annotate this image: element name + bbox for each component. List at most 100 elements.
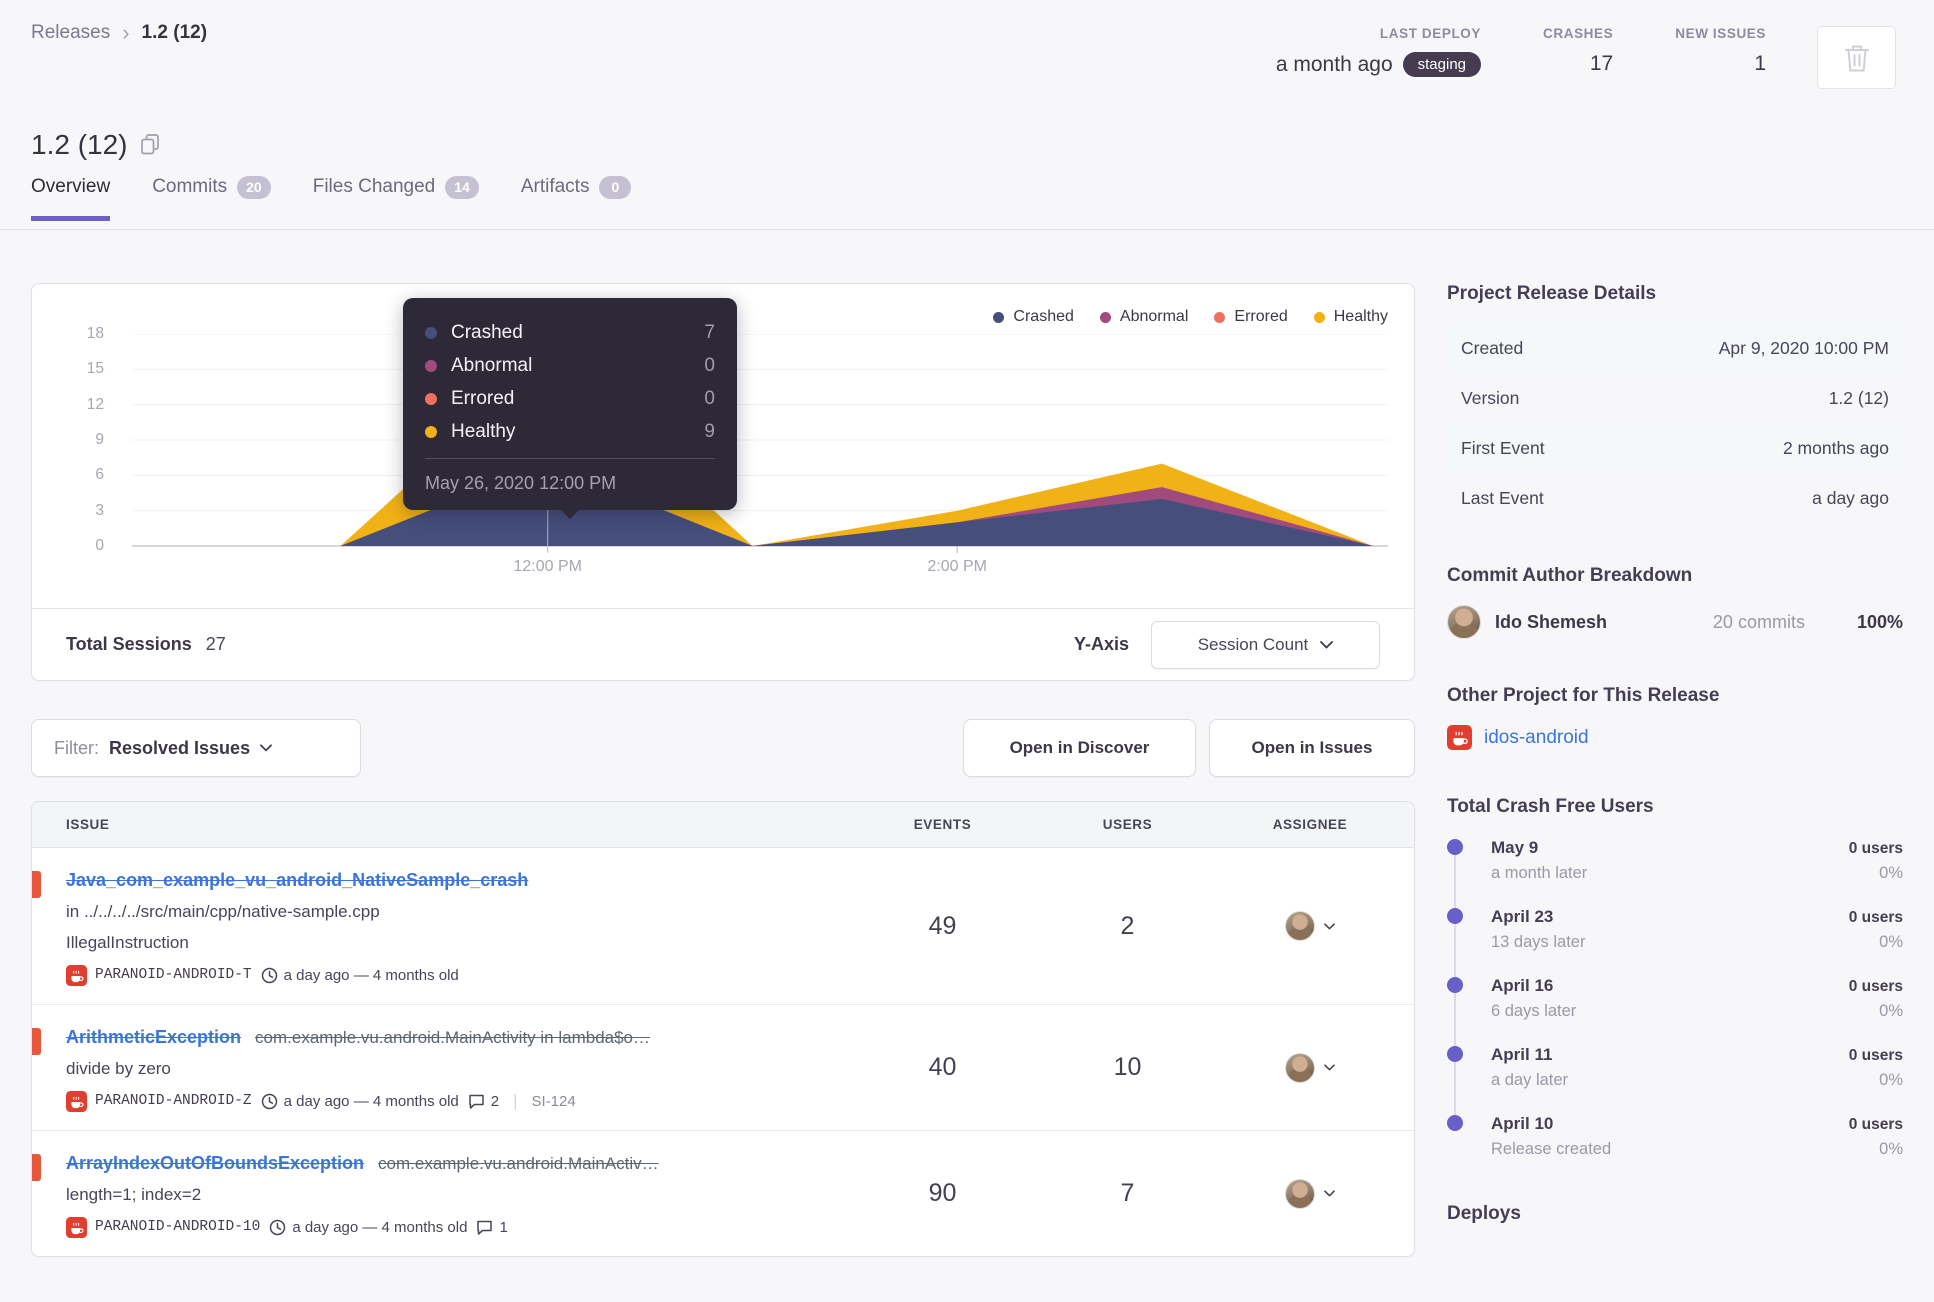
tooltip-healthy-dot-icon bbox=[425, 425, 437, 438]
java-project-icon bbox=[66, 1216, 87, 1238]
tab-commits[interactable]: Commits 20 bbox=[152, 176, 271, 221]
sessions-chart-svg bbox=[132, 334, 1388, 553]
issue-title-link[interactable]: Java_com_example_vu_android_NativeSample… bbox=[66, 870, 528, 890]
copy-version-icon[interactable] bbox=[140, 134, 159, 155]
author-name: Ido Shemesh bbox=[1495, 611, 1608, 632]
tooltip-crashed-label: Crashed bbox=[451, 321, 523, 343]
tab-overview[interactable]: Overview bbox=[31, 176, 111, 221]
release-sidebar: Project Release Details Created Apr 9, 2… bbox=[1447, 283, 1903, 1225]
x-tick-2pm: 2:00 PM bbox=[927, 558, 987, 575]
timeline-date: April 10 bbox=[1491, 1114, 1554, 1133]
timeline-dot-icon bbox=[1447, 1115, 1463, 1131]
commit-author-row: Ido Shemesh 20 commits 100% bbox=[1447, 605, 1903, 639]
other-project-link[interactable]: idos-android bbox=[1484, 727, 1589, 749]
tooltip-healthy-value: 9 bbox=[704, 420, 715, 442]
other-project-section: Other Project for This Release idos-andr… bbox=[1447, 685, 1903, 750]
tooltip-errored-label: Errored bbox=[451, 387, 515, 409]
legend-crashed[interactable]: Crashed bbox=[993, 308, 1074, 326]
author-percent: 100% bbox=[1856, 611, 1903, 632]
timeline-users: 0 users bbox=[1848, 978, 1903, 995]
tab-files-changed[interactable]: Files Changed 14 bbox=[313, 176, 479, 221]
issue-comments-count: 1 bbox=[499, 1218, 508, 1236]
open-in-issues-button[interactable]: Open in Issues bbox=[1209, 719, 1415, 777]
java-project-icon bbox=[1447, 725, 1472, 750]
issue-comments-count: 2 bbox=[490, 1092, 500, 1110]
timeline-entry: April 23 0 users 13 days later 0% bbox=[1447, 905, 1903, 954]
y-tick-15: 15 bbox=[86, 360, 104, 377]
breadcrumb-releases-link[interactable]: Releases bbox=[31, 22, 110, 44]
assignee-dropdown[interactable] bbox=[1220, 1052, 1400, 1083]
y-tick-12: 12 bbox=[86, 396, 104, 413]
breadcrumb: Releases › 1.2 (12) bbox=[31, 22, 207, 44]
column-header-events: EVENTS bbox=[913, 817, 972, 832]
sessions-area-chart[interactable] bbox=[132, 334, 1388, 554]
chart-y-axis-labels: 18 15 12 9 6 3 0 bbox=[32, 325, 120, 554]
chart-x-axis-labels: 12:00 PM 2:00 PM bbox=[132, 558, 1388, 580]
meta-divider: | bbox=[513, 1091, 518, 1110]
tooltip-healthy-label: Healthy bbox=[451, 420, 516, 442]
timeline-percent: 0% bbox=[1879, 1071, 1903, 1089]
timeline-percent: 0% bbox=[1879, 1002, 1903, 1020]
stat-last-deploy-value: a month ago bbox=[1275, 52, 1393, 76]
staging-env-badge: staging bbox=[1402, 52, 1482, 77]
project-badge[interactable]: PARANOID-ANDROID-T bbox=[66, 964, 252, 986]
tab-commits-count: 20 bbox=[237, 176, 271, 199]
timeline-date: April 16 bbox=[1491, 976, 1554, 995]
timeline-dot-icon bbox=[1447, 839, 1463, 855]
issue-subtitle: length=1; index=2 bbox=[66, 1185, 202, 1204]
clock-icon bbox=[261, 967, 278, 984]
issue-subtitle: IllegalInstruction bbox=[66, 933, 189, 952]
issues-filter-dropdown[interactable]: Filter: Resolved Issues bbox=[31, 719, 361, 777]
tab-files-changed-count: 14 bbox=[445, 176, 479, 199]
project-badge[interactable]: PARANOID-ANDROID-Z bbox=[66, 1090, 252, 1112]
java-project-icon bbox=[66, 964, 87, 986]
delete-release-button[interactable] bbox=[1817, 26, 1896, 89]
issues-table: ISSUE EVENTS USERS ASSIGNEE Java_com_exa… bbox=[31, 801, 1415, 1257]
comment-icon bbox=[468, 1094, 485, 1109]
assignee-avatar bbox=[1285, 1178, 1315, 1209]
column-header-users: USERS bbox=[1102, 817, 1153, 832]
stat-new-issues: NEW ISSUES 1 bbox=[1675, 26, 1766, 77]
legend-abnormal[interactable]: Abnormal bbox=[1099, 308, 1188, 326]
timeline-dot-icon bbox=[1447, 1046, 1463, 1062]
legend-healthy[interactable]: Healthy bbox=[1313, 308, 1388, 326]
assignee-dropdown[interactable] bbox=[1220, 911, 1400, 941]
legend-healthy-label: Healthy bbox=[1333, 308, 1388, 325]
yaxis-select[interactable]: Session Count bbox=[1151, 620, 1380, 669]
timeline-entry: April 10 0 users Release created 0% bbox=[1447, 1112, 1903, 1161]
clock-icon bbox=[269, 1219, 286, 1236]
timeline-date: May 9 bbox=[1491, 838, 1539, 857]
stat-crashes-label: CRASHES bbox=[1543, 26, 1614, 41]
legend-crashed-dot-icon bbox=[993, 311, 1005, 323]
page-title: 1.2 (12) bbox=[31, 129, 159, 161]
issue-title-link[interactable]: ArithmeticException bbox=[66, 1027, 241, 1047]
legend-errored-dot-icon bbox=[1214, 311, 1226, 323]
tab-files-changed-label: Files Changed bbox=[312, 176, 436, 198]
tooltip-crashed-value: 7 bbox=[704, 321, 715, 343]
release-detail-page: Releases › 1.2 (12) LAST DEPLOY a month … bbox=[0, 0, 1934, 1302]
timeline-dot-icon bbox=[1447, 908, 1463, 924]
total-sessions-label: Total Sessions bbox=[66, 634, 192, 654]
issue-title-link[interactable]: ArrayIndexOutOfBoundsException bbox=[66, 1153, 364, 1173]
open-in-discover-button[interactable]: Open in Discover bbox=[963, 719, 1196, 777]
tooltip-abnormal-dot-icon bbox=[425, 359, 437, 372]
main-column: Crashed Abnormal Errored Healthy 18 15 1… bbox=[31, 283, 1415, 1257]
tab-overview-label: Overview bbox=[31, 176, 111, 198]
timeline-users: 0 users bbox=[1848, 909, 1903, 926]
error-level-tag bbox=[32, 1154, 41, 1181]
timeline-entry: April 11 0 users a day later 0% bbox=[1447, 1043, 1903, 1092]
timeline-date: April 11 bbox=[1491, 1045, 1553, 1064]
chevron-down-icon bbox=[260, 744, 272, 752]
issue-age-text: a day ago — 4 months old bbox=[292, 1218, 468, 1236]
timeline-percent: 0% bbox=[1879, 1140, 1903, 1158]
tooltip-row-healthy: Healthy 9 bbox=[425, 415, 715, 448]
project-slug: PARANOID-ANDROID-Z bbox=[95, 1093, 252, 1109]
timeline-users: 0 users bbox=[1848, 840, 1903, 857]
assignee-dropdown[interactable] bbox=[1220, 1178, 1400, 1209]
project-badge[interactable]: PARANOID-ANDROID-10 bbox=[66, 1216, 260, 1238]
clock-icon bbox=[261, 1093, 278, 1110]
assignee-avatar bbox=[1285, 1052, 1315, 1083]
detail-row-last-event: Last Event a day ago bbox=[1447, 473, 1903, 523]
tab-artifacts[interactable]: Artifacts 0 bbox=[521, 176, 632, 221]
legend-errored[interactable]: Errored bbox=[1214, 308, 1288, 326]
